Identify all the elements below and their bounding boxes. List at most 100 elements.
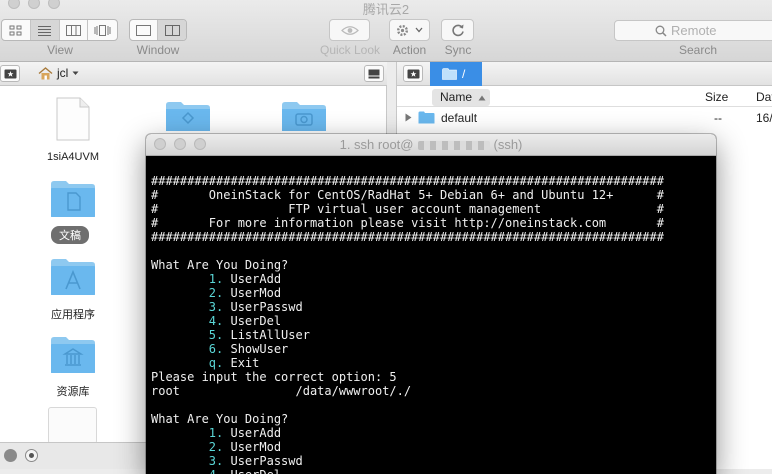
icon-view-icon[interactable] [2,20,31,40]
terminal-text: # FTP virtual user account management # [151,202,664,216]
row-date: 16/ [756,111,772,125]
chevron-down-icon [415,27,423,33]
remote-path-bar: / [397,62,772,86]
redacted-host [417,141,490,151]
list-item[interactable] [165,101,211,136]
record-icon[interactable] [25,449,38,462]
row-size: -- [714,111,722,125]
star-folder-icon [4,69,16,78]
folder-label: 资源库 [56,386,90,398]
terminal-output[interactable]: ########################################… [151,174,711,474]
terminal-line: ########################################… [151,230,711,244]
quick-look-label: Quick Look [319,43,381,57]
size-column-header[interactable]: Size [705,90,728,104]
terminal-indent [151,272,209,286]
terminal-text: Please input the correct option: 5 [151,370,397,384]
list-view-icon[interactable] [30,20,60,40]
documents-folder-icon [51,181,95,217]
file-label: 1siA4UVM [47,151,99,163]
view-mode-segment[interactable] [1,19,118,41]
folder-icon [166,102,210,131]
favorites-button[interactable] [0,65,20,82]
terminal-text: ########################################… [151,230,664,244]
terminal-text: What Are You Doing? [151,258,289,272]
applications-folder-icon [51,259,95,295]
terminal-text: UserPasswd [223,454,303,468]
terminal-line: 6. ShowUser [151,342,711,356]
terminal-text: ShowUser [223,342,289,356]
file-icon [56,97,90,141]
window-mode-segment[interactable] [129,19,187,41]
terminal-line: # OneinStack for CentOS/RadHat 5+ Debian… [151,188,711,202]
drive-button[interactable] [364,65,384,82]
favorites-button[interactable] [403,65,423,82]
terminal-text: UserMod [223,286,282,300]
list-item[interactable] [50,180,96,223]
terminal-titlebar[interactable]: 1. ssh root@ (ssh) [146,134,716,156]
terminal-line: 2. UserMod [151,286,711,300]
list-item[interactable] [50,336,96,379]
list-item[interactable] [56,97,90,146]
terminal-line: What Are You Doing? [151,412,711,426]
terminal-text: What Are You Doing? [151,412,289,426]
terminal-window[interactable]: 1. ssh root@ (ssh) ######################… [146,134,716,474]
terminal-text: ########################################… [151,174,664,188]
menu-option-number: 1. [208,272,224,286]
dual-pane-icon[interactable] [158,20,186,40]
search-input[interactable]: Remote [614,20,772,41]
menu-option-number: 6. [208,342,224,356]
terminal-line: 3. UserPasswd [151,454,711,468]
remote-path-crumb[interactable]: / [430,62,482,86]
terminal-indent [151,356,209,370]
name-column-header[interactable]: Name [432,89,490,106]
list-item[interactable] [48,407,97,444]
search-placeholder: Remote [671,23,717,38]
action-button[interactable] [389,19,430,41]
column-view-icon[interactable] [60,20,89,40]
library-folder-icon [51,337,95,373]
home-icon [38,66,53,79]
list-item[interactable] [50,258,96,301]
terminal-indent [151,300,209,314]
local-path-dropdown[interactable]: jcl [38,66,79,80]
terminal-text: ListAllUser [223,328,310,342]
terminal-line: root /data/wwwroot/./ [151,384,711,398]
window-title: 腾讯云2 [362,2,410,17]
terminal-indent [151,440,209,454]
folder-icon [418,111,435,124]
terminal-text: # For more information please visit http… [151,216,664,230]
menu-option-number: q. [208,356,224,370]
terminal-title: 1. ssh root@ (ssh) [339,137,523,152]
cover-flow-view-icon[interactable] [88,20,117,40]
terminal-indent [151,454,209,468]
terminal-line: # FTP virtual user account management # [151,202,711,216]
terminal-indent [151,314,209,328]
menu-option-number: 2. [208,440,224,454]
view-label: View [47,43,73,57]
table-row[interactable]: default -- 16/ [397,107,772,127]
terminal-indent [151,286,209,300]
terminal-line: # For more information please visit http… [151,216,711,230]
date-column-header[interactable]: Dat [756,90,772,104]
menu-option-number: 1. [208,426,224,440]
list-item[interactable] [281,101,327,136]
terminal-text: UserAdd [223,426,282,440]
terminal-line: What Are You Doing? [151,258,711,272]
sort-ascending-icon [478,95,486,101]
folder-label: 文稿 [51,226,89,244]
remote-path-label: / [462,67,466,81]
single-pane-icon[interactable] [130,20,159,40]
menu-option-number: 3. [208,454,224,468]
quick-look-button[interactable] [329,19,370,41]
toolbar: 腾讯云2 View Window Quick Look Action Sync … [0,0,772,62]
menu-option-number: 5. [208,328,224,342]
search-icon [655,25,667,37]
sync-icon [451,24,464,37]
eye-icon [340,25,359,35]
sync-button[interactable] [441,19,474,41]
disclosure-triangle-icon[interactable] [405,113,412,122]
status-indicator-icon[interactable] [4,449,17,462]
folder-icon [442,68,457,80]
